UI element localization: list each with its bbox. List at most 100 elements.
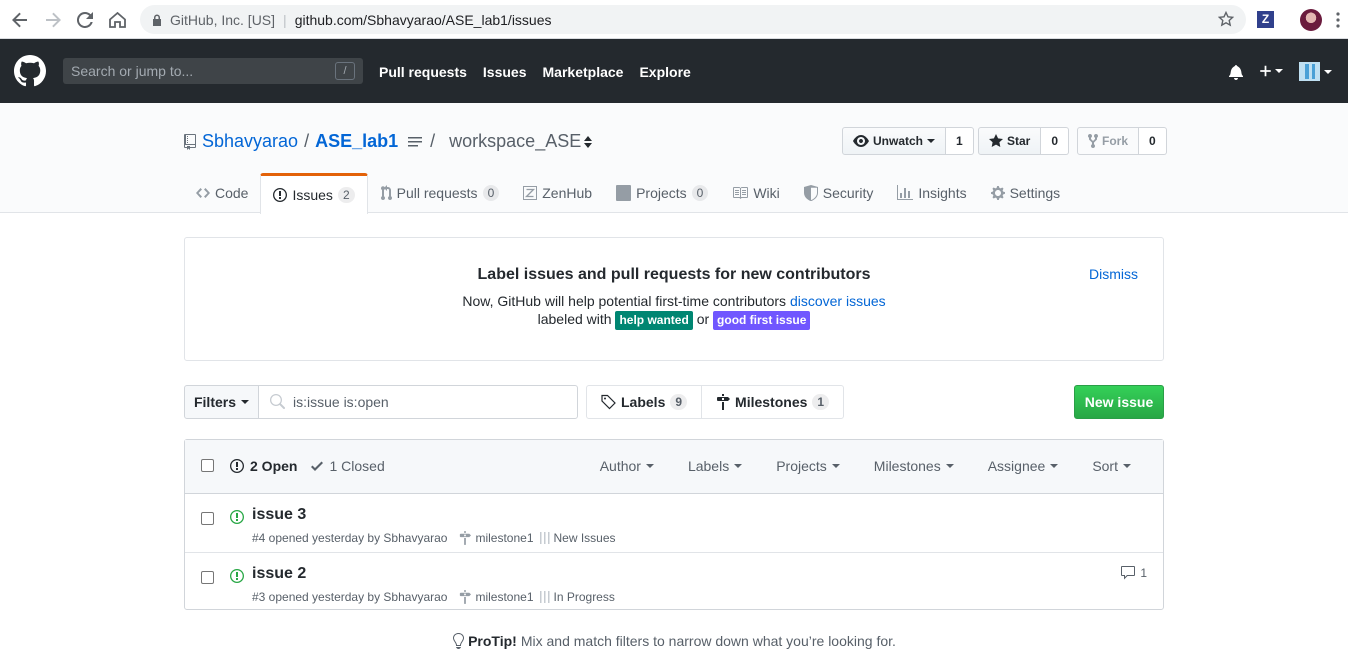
tab-wiki-label: Wiki	[753, 185, 780, 201]
watchers-count[interactable]: 1	[946, 127, 974, 155]
labels-filter-label: Labels	[687, 458, 730, 474]
create-new-dropdown[interactable]	[1259, 64, 1283, 78]
tab-zenhub-label: ZenHub	[542, 185, 593, 201]
header-nav-marketplace[interactable]: Marketplace	[543, 64, 624, 80]
stars-count[interactable]: 0	[1041, 127, 1070, 155]
fork-label: Fork	[1102, 134, 1129, 148]
issue-checkbox[interactable]	[201, 571, 214, 584]
tab-insights[interactable]: Insights	[885, 173, 978, 213]
milestone-icon	[460, 531, 472, 545]
issues-list: 2 Open 1 Closed Author Labels Projects M…	[184, 439, 1164, 610]
tab-settings[interactable]: Settings	[979, 173, 1073, 213]
assignee-filter-dropdown[interactable]: Assignee	[988, 458, 1059, 474]
tab-code[interactable]: Code	[184, 173, 260, 213]
issue-filter-menus: Author Labels Projects Milestones Assign…	[566, 458, 1131, 474]
star-button[interactable]: Star	[978, 127, 1042, 155]
header-search-input[interactable]: Search or jump to...	[63, 58, 363, 84]
banner-line-2-text: labeled with	[537, 311, 612, 327]
milestone-icon	[717, 394, 731, 410]
forward-button[interactable]	[42, 9, 64, 31]
issue-milestone-link[interactable]: milestone1	[459, 531, 534, 545]
filters-dropdown[interactable]: Filters	[184, 385, 259, 419]
workspace-slash: /	[430, 131, 436, 151]
github-header: Search or jump to... / Pull requests Iss…	[0, 39, 1348, 103]
issue-project-link[interactable]: In Progress	[539, 590, 615, 604]
sort-dropdown[interactable]: Sort	[1092, 458, 1131, 474]
discover-issues-link[interactable]: discover issues	[790, 293, 886, 309]
milestones-filter-dropdown[interactable]: Milestones	[874, 458, 954, 474]
issues-search-input[interactable]: is:issue is:open	[258, 385, 578, 419]
labels-link[interactable]: Labels 9	[587, 386, 701, 418]
header-nav-explore[interactable]: Explore	[639, 64, 690, 80]
arrow-right-icon	[46, 12, 61, 28]
labels-filter-dropdown[interactable]: Labels	[687, 458, 743, 474]
tab-projects[interactable]: Projects 0	[604, 173, 720, 213]
projects-filter-dropdown[interactable]: Projects	[776, 458, 840, 474]
url-separator: |	[283, 11, 287, 28]
search-shortcut-key: /	[335, 62, 355, 80]
issue-row: issue 2 #3 opened yesterday by Sbhavyara…	[185, 552, 1163, 610]
banner-line-2: labeled with help wanted or good first i…	[185, 311, 1163, 330]
milestones-counter: 1	[812, 394, 830, 410]
issue-title-link[interactable]: issue 2	[252, 565, 306, 583]
fork-icon	[1088, 134, 1098, 148]
issue-opened-by: #3 opened yesterday by Sbhavyarao	[252, 590, 448, 604]
dismiss-button[interactable]: Dismiss	[1089, 266, 1138, 282]
security-org: GitHub, Inc. [US]	[170, 11, 276, 28]
zenhub-workspace-select[interactable]: workspace_ASE	[449, 131, 581, 152]
issue-row: issue 3 #4 opened yesterday by Sbhavyara…	[185, 494, 1163, 552]
author-filter-dropdown[interactable]: Author	[600, 458, 654, 474]
issue-title-link[interactable]: issue 3	[252, 506, 306, 524]
user-menu-dropdown[interactable]	[1299, 62, 1332, 81]
tab-projects-label: Projects	[636, 185, 687, 201]
notifications-bell-icon[interactable]	[1229, 64, 1243, 80]
header-nav: Pull requests Issues Marketplace Explore	[379, 64, 707, 80]
help-wanted-label[interactable]: help wanted	[615, 311, 693, 330]
home-button[interactable]	[106, 9, 128, 31]
github-logo-icon[interactable]	[14, 55, 46, 87]
profile-avatar[interactable]	[1300, 9, 1322, 31]
tab-issues[interactable]: Issues 2	[260, 173, 368, 214]
caret-down-icon	[645, 464, 654, 468]
new-issue-button[interactable]: New issue	[1074, 385, 1164, 419]
unwatch-button[interactable]: Unwatch	[842, 127, 947, 155]
url-text: github.com/Sbhavyarao/ASE_lab1/issues	[294, 11, 552, 28]
issue-milestone-label: milestone1	[475, 531, 534, 545]
tab-zenhub[interactable]: ZenHub	[511, 173, 604, 213]
kebab-menu-icon[interactable]	[1336, 12, 1340, 28]
back-button[interactable]	[9, 9, 31, 31]
pull-request-icon	[380, 185, 392, 200]
banner-or-text: or	[696, 311, 710, 327]
closed-issues-link[interactable]: 1 Closed	[329, 458, 384, 474]
star-label: Star	[1007, 134, 1031, 148]
bookmark-star-icon[interactable]	[1218, 11, 1234, 27]
header-nav-issues[interactable]: Issues	[483, 64, 527, 80]
open-issues-link[interactable]: 2 Open	[250, 458, 297, 474]
select-all-checkbox[interactable]	[201, 459, 214, 472]
repo-owner-link[interactable]: Sbhavyarao	[202, 131, 298, 152]
tab-wiki[interactable]: Wiki	[720, 173, 791, 213]
issue-milestone-link[interactable]: milestone1	[459, 590, 534, 604]
fork-button[interactable]: Fork	[1077, 127, 1140, 155]
good-first-issue-label[interactable]: good first issue	[713, 311, 811, 330]
header-nav-pull-requests[interactable]: Pull requests	[379, 64, 467, 80]
reload-button[interactable]	[74, 9, 96, 31]
address-bar[interactable]: GitHub, Inc. [US] | github.com/Sbhavyara…	[140, 5, 1246, 34]
graph-icon	[897, 185, 914, 200]
caret-down-icon	[945, 464, 954, 468]
forks-count[interactable]: 0	[1139, 127, 1167, 155]
repo-name-link[interactable]: ASE_lab1	[315, 131, 398, 152]
star-icon	[989, 134, 1003, 147]
caret-down-icon	[831, 464, 840, 468]
issue-comments-link[interactable]: 1	[1120, 565, 1147, 581]
milestones-link[interactable]: Milestones 1	[701, 386, 843, 418]
issue-checkbox[interactable]	[201, 512, 214, 525]
tab-pull-requests[interactable]: Pull requests 0	[368, 173, 512, 213]
tab-security[interactable]: Security	[792, 173, 886, 213]
lock-icon	[153, 14, 161, 26]
issues-list-header: 2 Open 1 Closed Author Labels Projects M…	[185, 440, 1163, 494]
issue-project-link[interactable]: New Issues	[539, 531, 616, 545]
caret-down-icon	[1324, 69, 1332, 74]
shield-icon	[803, 185, 818, 201]
zenhub-extension-icon[interactable]: Z	[1257, 11, 1274, 28]
